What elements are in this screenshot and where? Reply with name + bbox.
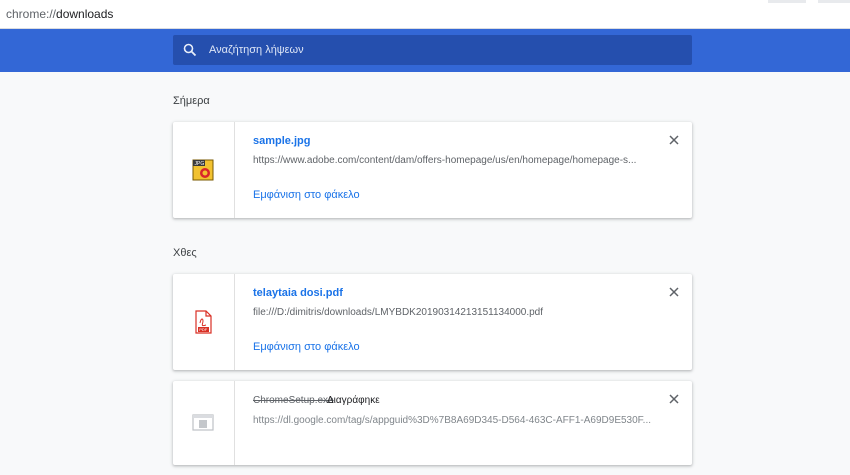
file-icon-column: PDF <box>173 274 235 370</box>
file-icon-column: JPG <box>173 122 235 218</box>
address-scheme: chrome:// <box>6 7 57 21</box>
file-url[interactable]: file:///D:/dimitris/downloads/LMYBDK2019… <box>253 307 653 318</box>
section-title-today: Σήμερα <box>173 95 210 107</box>
file-name-link[interactable]: sample.jpg <box>253 135 310 147</box>
close-icon[interactable] <box>668 393 680 405</box>
exe-file-icon <box>192 414 214 431</box>
svg-text:PDF: PDF <box>199 327 208 332</box>
search-icon <box>183 43 197 57</box>
download-item: PDF telaytaia dosi.pdf file:///D:/dimitr… <box>173 274 692 370</box>
search-box[interactable] <box>173 35 692 65</box>
removed-file-name: ChromeSetup.exe <box>253 395 334 406</box>
download-item: JPG sample.jpg https://www.adobe.com/con… <box>173 122 692 218</box>
show-in-folder-link[interactable]: Εμφάνιση στο φάκελο <box>253 189 360 201</box>
removed-status-label: Διαγράφηκε <box>327 395 380 406</box>
section-title-yesterday: Χθες <box>173 247 197 259</box>
show-in-folder-link[interactable]: Εμφάνιση στο φάκελο <box>253 341 360 353</box>
file-icon-column <box>173 381 235 465</box>
file-url[interactable]: https://www.adobe.com/content/dam/offers… <box>253 155 653 166</box>
close-icon[interactable] <box>668 286 680 298</box>
svg-text:JPG: JPG <box>195 161 205 167</box>
file-name-link[interactable]: telaytaia dosi.pdf <box>253 287 343 299</box>
address-bar[interactable]: chrome://downloads <box>0 0 850 29</box>
jpg-file-icon: JPG <box>192 159 214 181</box>
address-url[interactable]: chrome://downloads <box>6 7 113 21</box>
address-path: downloads <box>56 7 114 21</box>
downloads-header <box>0 29 850 72</box>
search-input[interactable] <box>207 43 671 57</box>
close-icon[interactable] <box>668 134 680 146</box>
toolbar-strip <box>768 0 806 3</box>
pdf-file-icon: PDF <box>195 310 212 334</box>
toolbar-strip-right <box>818 0 850 3</box>
file-url[interactable]: https://dl.google.com/tag/s/appguid%3D%7… <box>253 415 653 426</box>
download-item-removed: ChromeSetup.exe Διαγράφηκε https://dl.go… <box>173 381 692 465</box>
